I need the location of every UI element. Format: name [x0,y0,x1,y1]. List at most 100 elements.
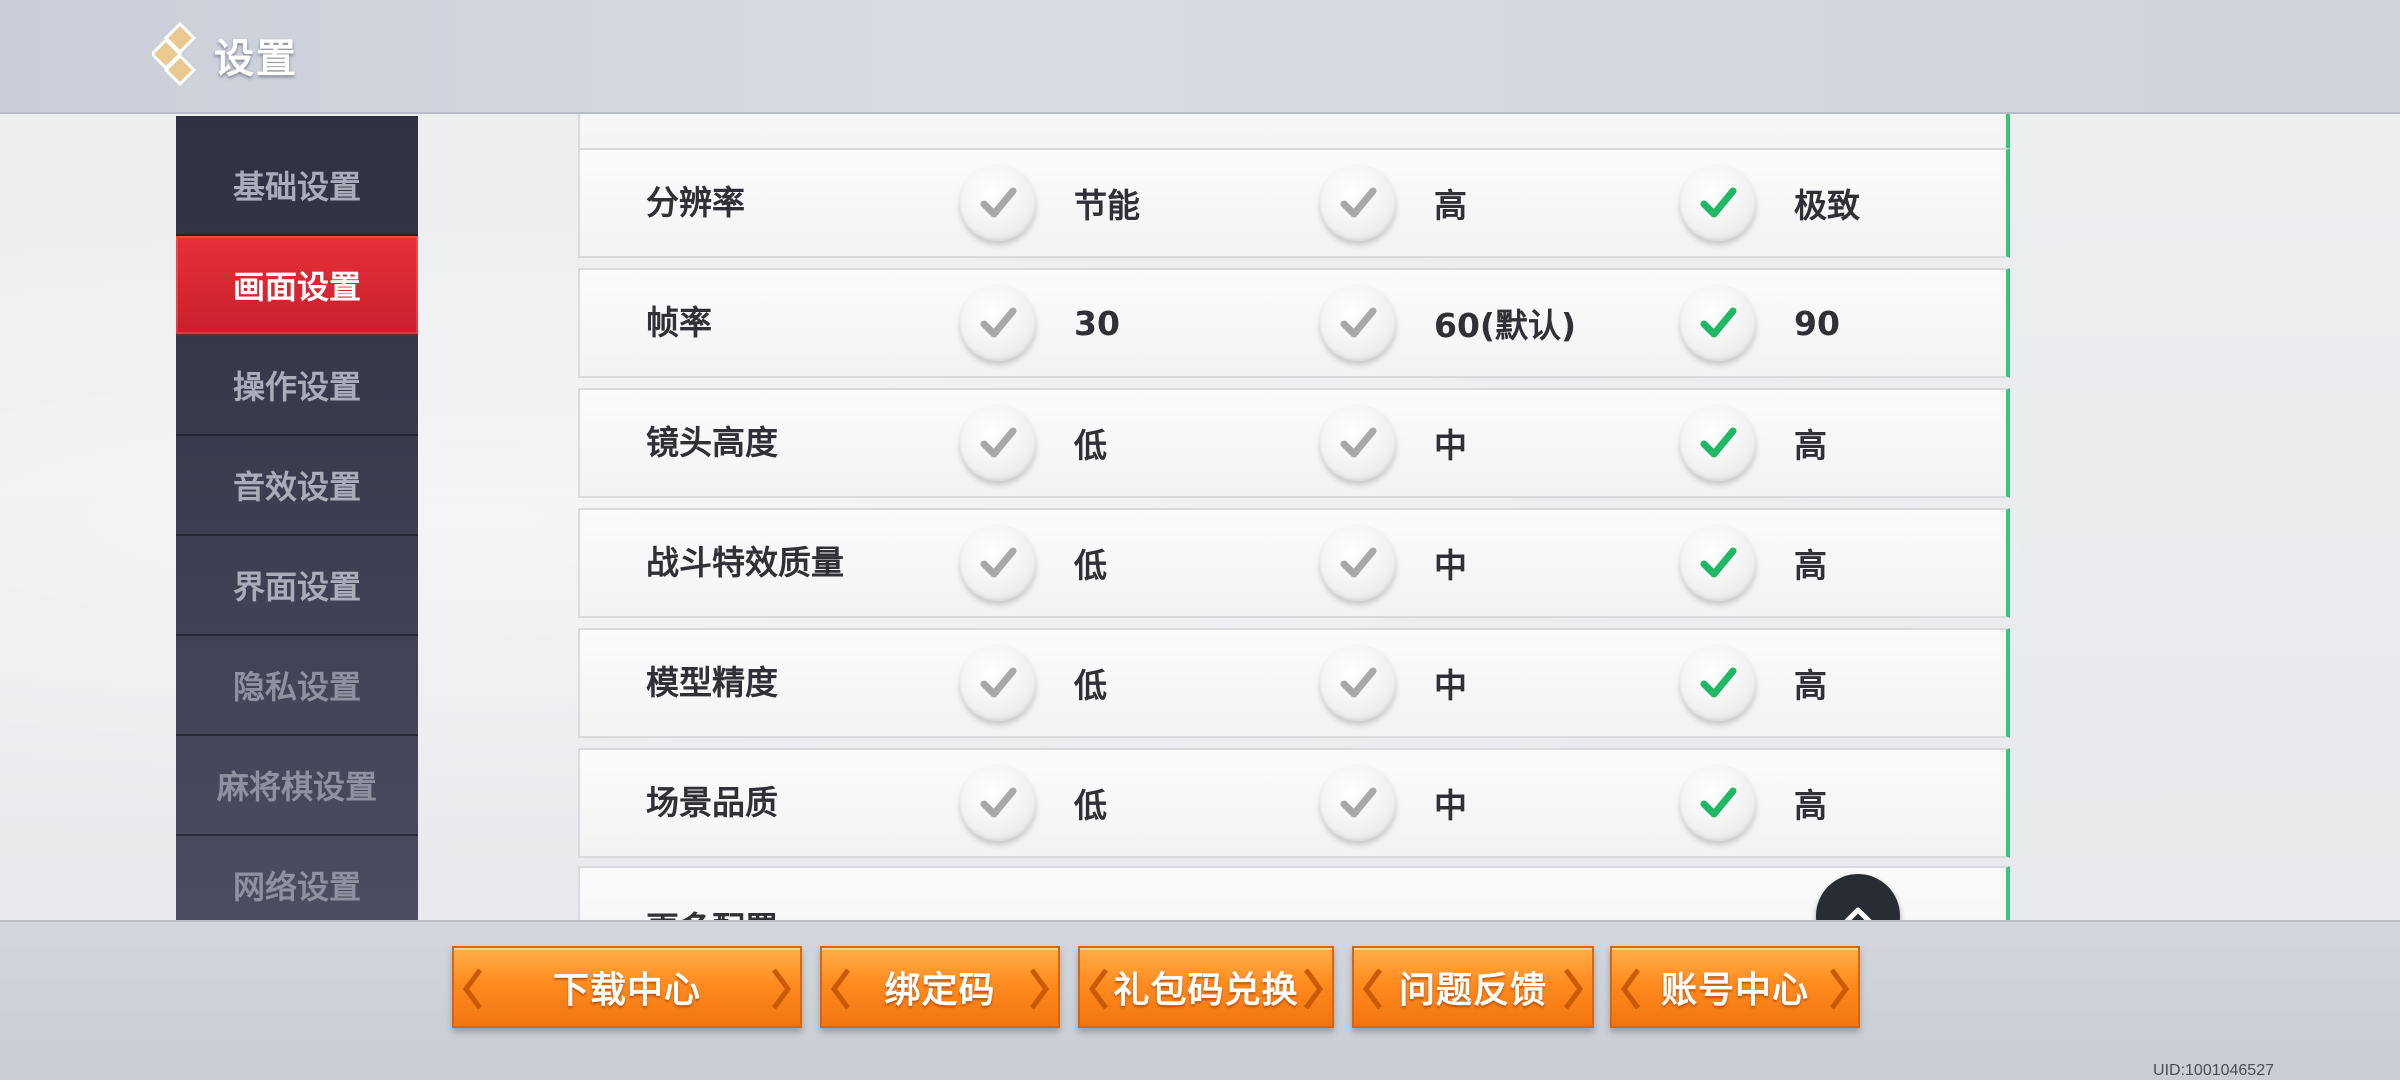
chevron-up-icon [1844,907,1872,920]
diamond-logo-icon [152,22,197,86]
check-icon [960,405,1036,481]
sidebar-item-basic[interactable]: 基础设置 [176,116,418,236]
check-icon [1320,405,1396,481]
option-label: 30 [1074,303,1120,343]
option-scene-low[interactable]: 低 [960,750,1107,856]
sidebar-item-privacy[interactable]: 隐私设置 [176,636,418,736]
check-icon [960,165,1036,241]
button-label: 问题反馈 [1398,970,1547,1011]
chevron-right-icon [1829,968,1850,1010]
option-model-high[interactable]: 高 [1680,630,1827,736]
row-label: 战斗特效质量 [646,543,844,582]
option-label: 90 [1794,303,1840,343]
settings-row-battle-effects: 战斗特效质量 低 中 高 [578,508,2010,618]
option-label: 60(默认) [1434,306,1577,345]
settings-list[interactable]: 分辨率 节能 高 极致 帧率 30 60(默认) 90 镜头高度 低 中 高 战… [578,114,2010,920]
check-icon [960,525,1036,601]
button-label: 账号中心 [1660,970,1809,1011]
check-icon [1320,525,1396,601]
option-resolution-eco[interactable]: 节能 [960,150,1140,256]
option-scene-high[interactable]: 高 [1680,750,1827,856]
option-label: 低 [1074,786,1107,825]
option-framerate-60[interactable]: 60(默认) [1320,270,1576,376]
chevron-left-icon [1362,968,1383,1010]
download-center-button[interactable]: 下载中心 [452,946,802,1028]
check-selected-icon [1680,645,1756,721]
sidebar-item-controls[interactable]: 操作设置 [176,336,418,436]
uid-label: UID:1001046527 [2153,1062,2274,1079]
check-icon [1320,285,1396,361]
check-icon [960,765,1036,841]
option-effects-low[interactable]: 低 [960,510,1107,616]
account-center-button[interactable]: 账号中心 [1610,946,1860,1028]
chevron-right-icon [1563,968,1584,1010]
chevron-left-icon [462,968,483,1010]
option-camera-low[interactable]: 低 [960,390,1107,496]
settings-sidebar: 基础设置 画面设置 操作设置 音效设置 界面设置 隐私设置 麻将棋设置 网络设置 [176,116,418,920]
option-label: 中 [1434,426,1467,465]
row-label: 模型精度 [646,663,778,702]
sidebar-item-graphics[interactable]: 画面设置 [176,236,418,336]
option-label: 低 [1074,426,1107,465]
bind-code-button[interactable]: 绑定码 [820,946,1060,1028]
chevron-left-icon [830,968,851,1010]
option-label: 节能 [1074,186,1140,225]
settings-row-model-precision: 模型精度 低 中 高 [578,628,2010,738]
gift-code-button[interactable]: 礼包码兑换 [1078,946,1334,1028]
option-framerate-90[interactable]: 90 [1680,270,1840,376]
option-label: 高 [1434,186,1467,225]
sidebar-item-audio[interactable]: 音效设置 [176,436,418,536]
settings-row-framerate: 帧率 30 60(默认) 90 [578,268,2010,378]
check-icon [1320,645,1396,721]
option-camera-high[interactable]: 高 [1680,390,1827,496]
option-label: 低 [1074,666,1107,705]
check-selected-icon [1680,405,1756,481]
sidebar-item-interface[interactable]: 界面设置 [176,536,418,636]
chevron-left-icon [1088,968,1109,1010]
option-resolution-high[interactable]: 高 [1320,150,1467,256]
option-framerate-30[interactable]: 30 [960,270,1120,376]
chevron-right-icon [1303,968,1324,1010]
option-model-mid[interactable]: 中 [1320,630,1467,736]
header-bar: 设置 [0,0,2400,114]
button-label: 礼包码兑换 [1113,970,1299,1011]
button-label: 绑定码 [884,970,996,1011]
option-label: 极致 [1794,186,1860,225]
option-effects-high[interactable]: 高 [1680,510,1827,616]
row-label: 分辨率 [646,183,745,222]
option-label: 中 [1434,546,1467,585]
option-resolution-ultra[interactable]: 极致 [1680,150,1860,256]
check-icon [960,285,1036,361]
option-label: 低 [1074,546,1107,585]
check-selected-icon [1680,765,1756,841]
check-icon [960,645,1036,721]
settings-row-resolution: 分辨率 节能 高 极致 [578,148,2010,258]
option-label: 中 [1434,786,1467,825]
check-icon [1320,165,1396,241]
option-camera-mid[interactable]: 中 [1320,390,1467,496]
settings-row-scene-quality: 场景品质 低 中 高 [578,748,2010,858]
option-label: 高 [1794,786,1827,825]
check-selected-icon [1680,285,1756,361]
row-label: 镜头高度 [646,423,778,462]
page-title: 设置 [214,36,298,82]
row-label: 更多配置 [646,876,778,920]
feedback-button[interactable]: 问题反馈 [1352,946,1594,1028]
button-label: 下载中心 [552,970,701,1011]
check-selected-icon [1680,525,1756,601]
row-label: 场景品质 [646,783,778,822]
check-icon [1320,765,1396,841]
option-scene-mid[interactable]: 中 [1320,750,1467,856]
sidebar-item-mahjong[interactable]: 麻将棋设置 [176,736,418,836]
settings-row-camera-height: 镜头高度 低 中 高 [578,388,2010,498]
option-model-low[interactable]: 低 [960,630,1107,736]
row-label: 帧率 [646,303,712,342]
sidebar-item-network[interactable]: 网络设置 [176,836,418,920]
option-label: 高 [1794,666,1827,705]
chevron-right-icon [771,968,792,1010]
option-effects-mid[interactable]: 中 [1320,510,1467,616]
chevron-left-icon [1620,968,1641,1010]
option-label: 中 [1434,666,1467,705]
option-label: 高 [1794,426,1827,465]
check-selected-icon [1680,165,1756,241]
